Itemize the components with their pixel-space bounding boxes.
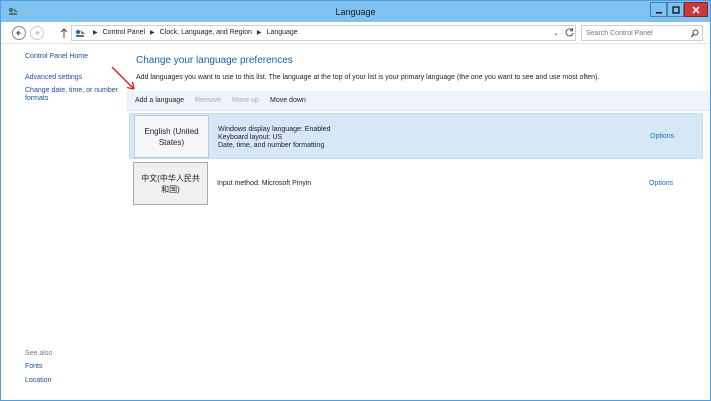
main-content: Change your language preferences Add lan…: [111, 45, 710, 400]
formatting-info: Date, time, and number formatting: [218, 142, 325, 149]
keyboard-layout: Keyboard layout: US: [218, 134, 283, 141]
back-button[interactable]: [12, 26, 26, 40]
language-details: Windows display language: Enabled Keyboa…: [218, 126, 330, 150]
input-method: Input method: Microsoft Pinyin: [217, 180, 312, 187]
breadcrumb-separator-icon: ▶: [256, 30, 262, 36]
maximize-icon: [671, 5, 680, 14]
up-arrow-icon[interactable]: [59, 27, 69, 39]
language-row-chinese[interactable]: 中文(中华人民共和国) Input method: Microsoft Piny…: [129, 161, 703, 207]
minimize-button[interactable]: [650, 2, 667, 17]
refresh-icon[interactable]: [564, 27, 575, 38]
move-down-button[interactable]: Move down: [270, 97, 306, 104]
options-link-english[interactable]: Options: [650, 133, 674, 140]
maximize-button[interactable]: [667, 2, 684, 17]
see-also-heading: See also: [25, 350, 53, 357]
advanced-settings-link[interactable]: Advanced settings: [25, 74, 82, 82]
close-icon: [692, 5, 700, 14]
forward-arrow-icon: [35, 30, 40, 36]
breadcrumb-language[interactable]: Language: [267, 29, 298, 36]
language-window: Language ▶ Control Panel ▶ Clock, Langua…: [0, 0, 711, 401]
left-nav-pane: Control Panel Home Advanced settings Cha…: [1, 45, 126, 400]
fonts-link[interactable]: Fonts: [25, 363, 43, 371]
address-dropdown-icon[interactable]: ⌄: [553, 29, 559, 37]
options-link-chinese[interactable]: Options: [649, 180, 673, 187]
add-language-button[interactable]: Add a language: [135, 97, 184, 104]
search-icon[interactable]: [690, 29, 699, 38]
remove-button[interactable]: Remove: [195, 97, 221, 104]
address-bar: ▶ Control Panel ▶ Clock, Language, and R…: [1, 22, 710, 44]
annotation-arrow-icon: [111, 66, 135, 90]
control-panel-home-link[interactable]: Control Panel Home: [25, 53, 88, 61]
move-up-button[interactable]: Move up: [232, 97, 259, 104]
forward-button[interactable]: [30, 26, 44, 40]
language-details: Input method: Microsoft Pinyin: [217, 180, 311, 188]
language-tile[interactable]: 中文(中华人民共和国): [133, 162, 208, 205]
breadcrumb-control-panel[interactable]: Control Panel: [103, 29, 145, 36]
vertical-scrollbar[interactable]: [704, 45, 710, 400]
page-title: Change your language preferences: [136, 55, 293, 66]
page-description: Add languages you want to use to this li…: [136, 74, 600, 81]
minimize-icon: [655, 11, 662, 13]
close-button[interactable]: [684, 2, 708, 17]
window-title: Language: [335, 7, 376, 17]
breadcrumb-clock-language-region[interactable]: Clock, Language, and Region: [160, 29, 252, 36]
address-box[interactable]: ▶ Control Panel ▶ Clock, Language, and R…: [71, 25, 576, 41]
breadcrumb-separator-icon: ▶: [93, 30, 98, 36]
control-panel-icon: [75, 29, 85, 37]
language-row-english[interactable]: English (United States) Windows display …: [129, 113, 703, 159]
breadcrumb: ▶ Control Panel ▶ Clock, Language, and R…: [88, 29, 298, 36]
back-arrow-icon: [16, 30, 21, 36]
location-link[interactable]: Location: [25, 377, 51, 385]
language-tile[interactable]: English (United States): [134, 115, 209, 158]
breadcrumb-separator-icon: ▶: [150, 30, 155, 36]
title-bar[interactable]: Language: [1, 1, 710, 22]
display-language-status: Windows display language: Enabled: [218, 126, 331, 133]
language-toolbar: Add a language Remove Move up Move down: [126, 91, 710, 111]
search-input[interactable]: [586, 28, 686, 38]
search-box[interactable]: [581, 25, 703, 41]
